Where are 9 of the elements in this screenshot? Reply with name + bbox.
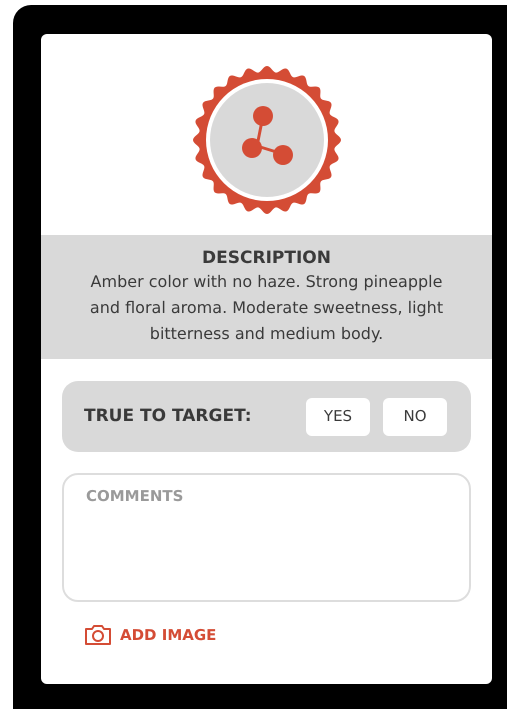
comments-field[interactable]: COMMENTS <box>62 473 471 602</box>
add-image-button[interactable]: ADD IMAGE <box>84 624 216 646</box>
description-title: DESCRIPTION <box>201 247 332 269</box>
target-label: TRUE TO TARGET: <box>84 404 253 428</box>
description-text: Amber color with no haze. Strong pineapple and floral aroma. Moderate sweetness, light bitterness and medium body. <box>88 271 444 345</box>
node-graph-icon <box>242 106 292 165</box>
camera-icon <box>84 624 112 646</box>
option-button[interactable]: YES <box>306 398 370 436</box>
option-button[interactable]: NO <box>383 398 447 436</box>
